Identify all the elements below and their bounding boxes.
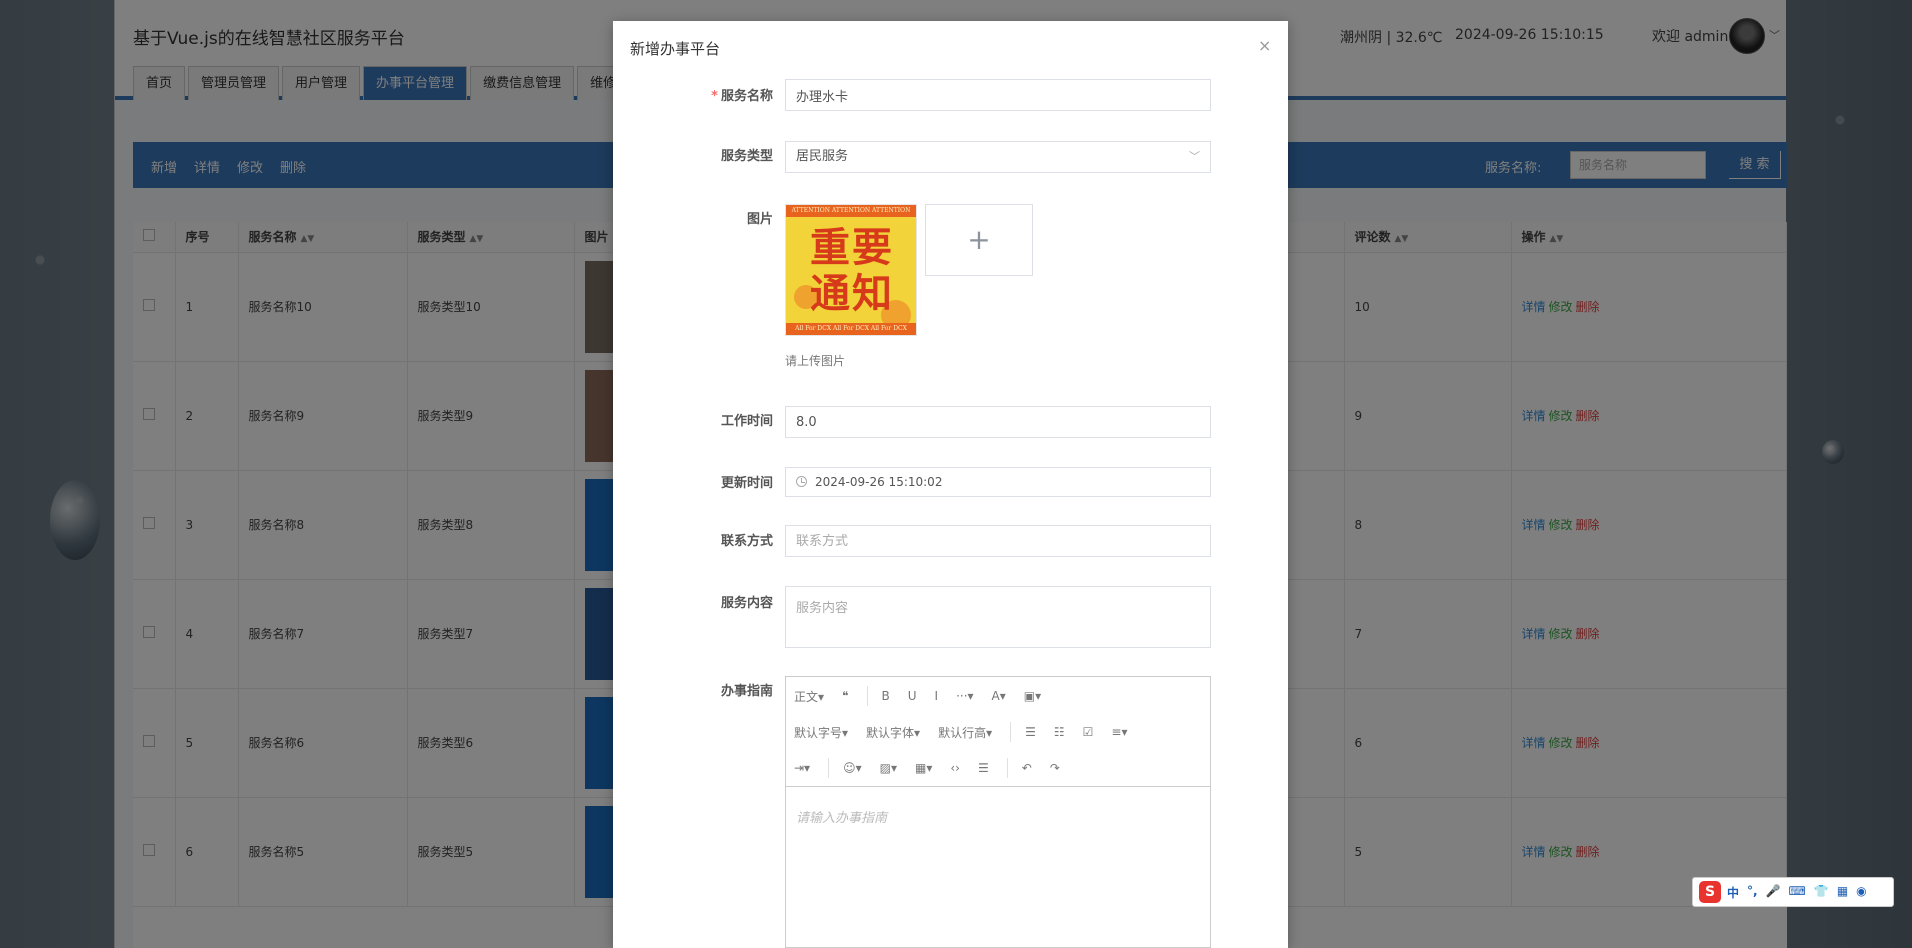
image-text: 重要通知 <box>810 224 894 317</box>
ime-toolbar: S 中 °, 🎤 ⌨ 👕 ▦ ◉ <box>1692 877 1894 907</box>
table-dropdown[interactable]: ▦▾ <box>915 761 932 775</box>
toolbar-divider <box>828 758 830 778</box>
dialog-title: 新增办事平台 <box>630 40 721 58</box>
microphone-icon[interactable]: 🎤 <box>1766 884 1781 901</box>
update-time-label: 更新时间 <box>720 476 773 491</box>
guide-label: 办事指南 <box>720 684 773 699</box>
line-height-dropdown[interactable]: 默认行高▾ <box>938 724 992 741</box>
code-button[interactable]: ‹› <box>950 761 960 775</box>
italic-button[interactable]: I <box>935 689 939 703</box>
toolbar-divider <box>1010 722 1012 742</box>
close-icon[interactable]: × <box>1258 36 1271 55</box>
editor-toolbar-row: 正文▾ ❝ B U I ···▾ A▾ ▣▾ <box>786 678 1059 714</box>
underline-button[interactable]: U <box>908 689 917 703</box>
contact-input[interactable] <box>785 525 1211 557</box>
redo-button[interactable]: ↷ <box>1050 761 1060 775</box>
bold-button[interactable]: B <box>882 689 890 703</box>
work-time-input[interactable] <box>785 406 1211 438</box>
sogou-logo-icon[interactable]: S <box>1699 881 1721 903</box>
name-label: * 服务名称 <box>711 89 773 104</box>
service-name-input[interactable] <box>785 79 1211 111</box>
service-type-value: 居民服务 <box>796 149 849 164</box>
contact-label: 联系方式 <box>720 534 773 549</box>
quote-button[interactable]: ❝ <box>842 689 848 703</box>
image-banner-bottom: All For DCX All For DCX All For DCX <box>786 323 916 335</box>
editor-toolbar: 正文▾ ❝ B U I ···▾ A▾ ▣▾ 默认字号▾ 默认字体▾ 默认行高▾ ☰ ☷ ☑ ≡▾ ⇥▾ ☺… <box>786 677 1210 787</box>
image-dropdown[interactable]: ▨▾ <box>880 761 897 775</box>
paragraph-format-dropdown[interactable]: 正文▾ <box>794 688 824 705</box>
ime-items: 中 °, 🎤 ⌨ 👕 ▦ ◉ <box>1727 884 1867 901</box>
editor-toolbar-row: ⇥▾ ☺▾ ▨▾ ▦▾ ‹› ☰ ↶ ↷ <box>786 750 1078 786</box>
font-size-dropdown[interactable]: 默认字号▾ <box>794 724 848 741</box>
rich-text-editor: 正文▾ ❝ B U I ···▾ A▾ ▣▾ 默认字号▾ 默认字体▾ 默认行高▾ ☰ ☷ ☑ ≡▾ ⇥▾ ☺… <box>785 676 1211 948</box>
toolbar-divider <box>1006 758 1008 778</box>
ime-punctuation-icon[interactable]: °, <box>1747 884 1758 901</box>
settings-icon[interactable]: ◉ <box>1856 884 1866 901</box>
more-dropdown[interactable]: ···▾ <box>956 689 973 703</box>
align-dropdown[interactable]: ≡▾ <box>1111 725 1127 739</box>
image-banner-top: ATTENTION ATTENTION ATTENTION <box>786 205 916 217</box>
keyboard-icon[interactable]: ⌨ <box>1789 884 1806 901</box>
toolbar-divider <box>866 686 868 706</box>
ime-chinese-mode[interactable]: 中 <box>1727 884 1739 901</box>
undo-button[interactable]: ↶ <box>1022 761 1032 775</box>
add-service-dialog: 新增办事平台 × *服务名称 服务类型 居民服务 ﹀ 图片 ATTENTION … <box>613 21 1288 948</box>
service-type-select[interactable]: 居民服务 ﹀ <box>785 141 1211 173</box>
todo-button[interactable]: ☑ <box>1083 725 1094 739</box>
divider-button[interactable]: ☰ <box>978 761 989 775</box>
chevron-down-icon: ﹀ <box>1189 150 1200 163</box>
update-time-value: 2024-09-26 15:10:02 <box>815 475 943 489</box>
type-label: 服务类型 <box>720 149 773 164</box>
editor-toolbar-row: 默认字号▾ 默认字体▾ 默认行高▾ ☰ ☷ ☑ ≡▾ <box>786 714 1145 750</box>
font-family-dropdown[interactable]: 默认字体▾ <box>866 724 920 741</box>
content-label: 服务内容 <box>720 596 773 611</box>
image-label: 图片 <box>746 212 773 227</box>
editor-content-area[interactable]: 请输入办事指南 <box>786 787 1210 846</box>
toolbox-icon[interactable]: ▦ <box>1837 884 1848 901</box>
update-time-picker[interactable]: 2024-09-26 15:10:02 <box>785 467 1211 497</box>
indent-dropdown[interactable]: ⇥▾ <box>794 761 810 775</box>
upload-hint: 请上传图片 <box>785 354 846 368</box>
numbered-list-button[interactable]: ☷ <box>1054 725 1065 739</box>
emoji-dropdown[interactable]: ☺▾ <box>843 761 862 775</box>
bg-color-dropdown[interactable]: ▣▾ <box>1024 689 1041 703</box>
clock-icon <box>796 476 807 487</box>
upload-add-button[interactable]: + <box>925 204 1033 276</box>
work-time-label: 工作时间 <box>720 414 773 429</box>
bullet-list-button[interactable]: ☰ <box>1025 725 1036 739</box>
content-textarea[interactable] <box>785 586 1211 648</box>
font-color-dropdown[interactable]: A▾ <box>992 689 1006 703</box>
uploaded-image-preview[interactable]: ATTENTION ATTENTION ATTENTION 重要通知 All F… <box>785 204 917 336</box>
required-mark: * <box>711 89 718 104</box>
skin-icon[interactable]: 👕 <box>1814 884 1829 901</box>
